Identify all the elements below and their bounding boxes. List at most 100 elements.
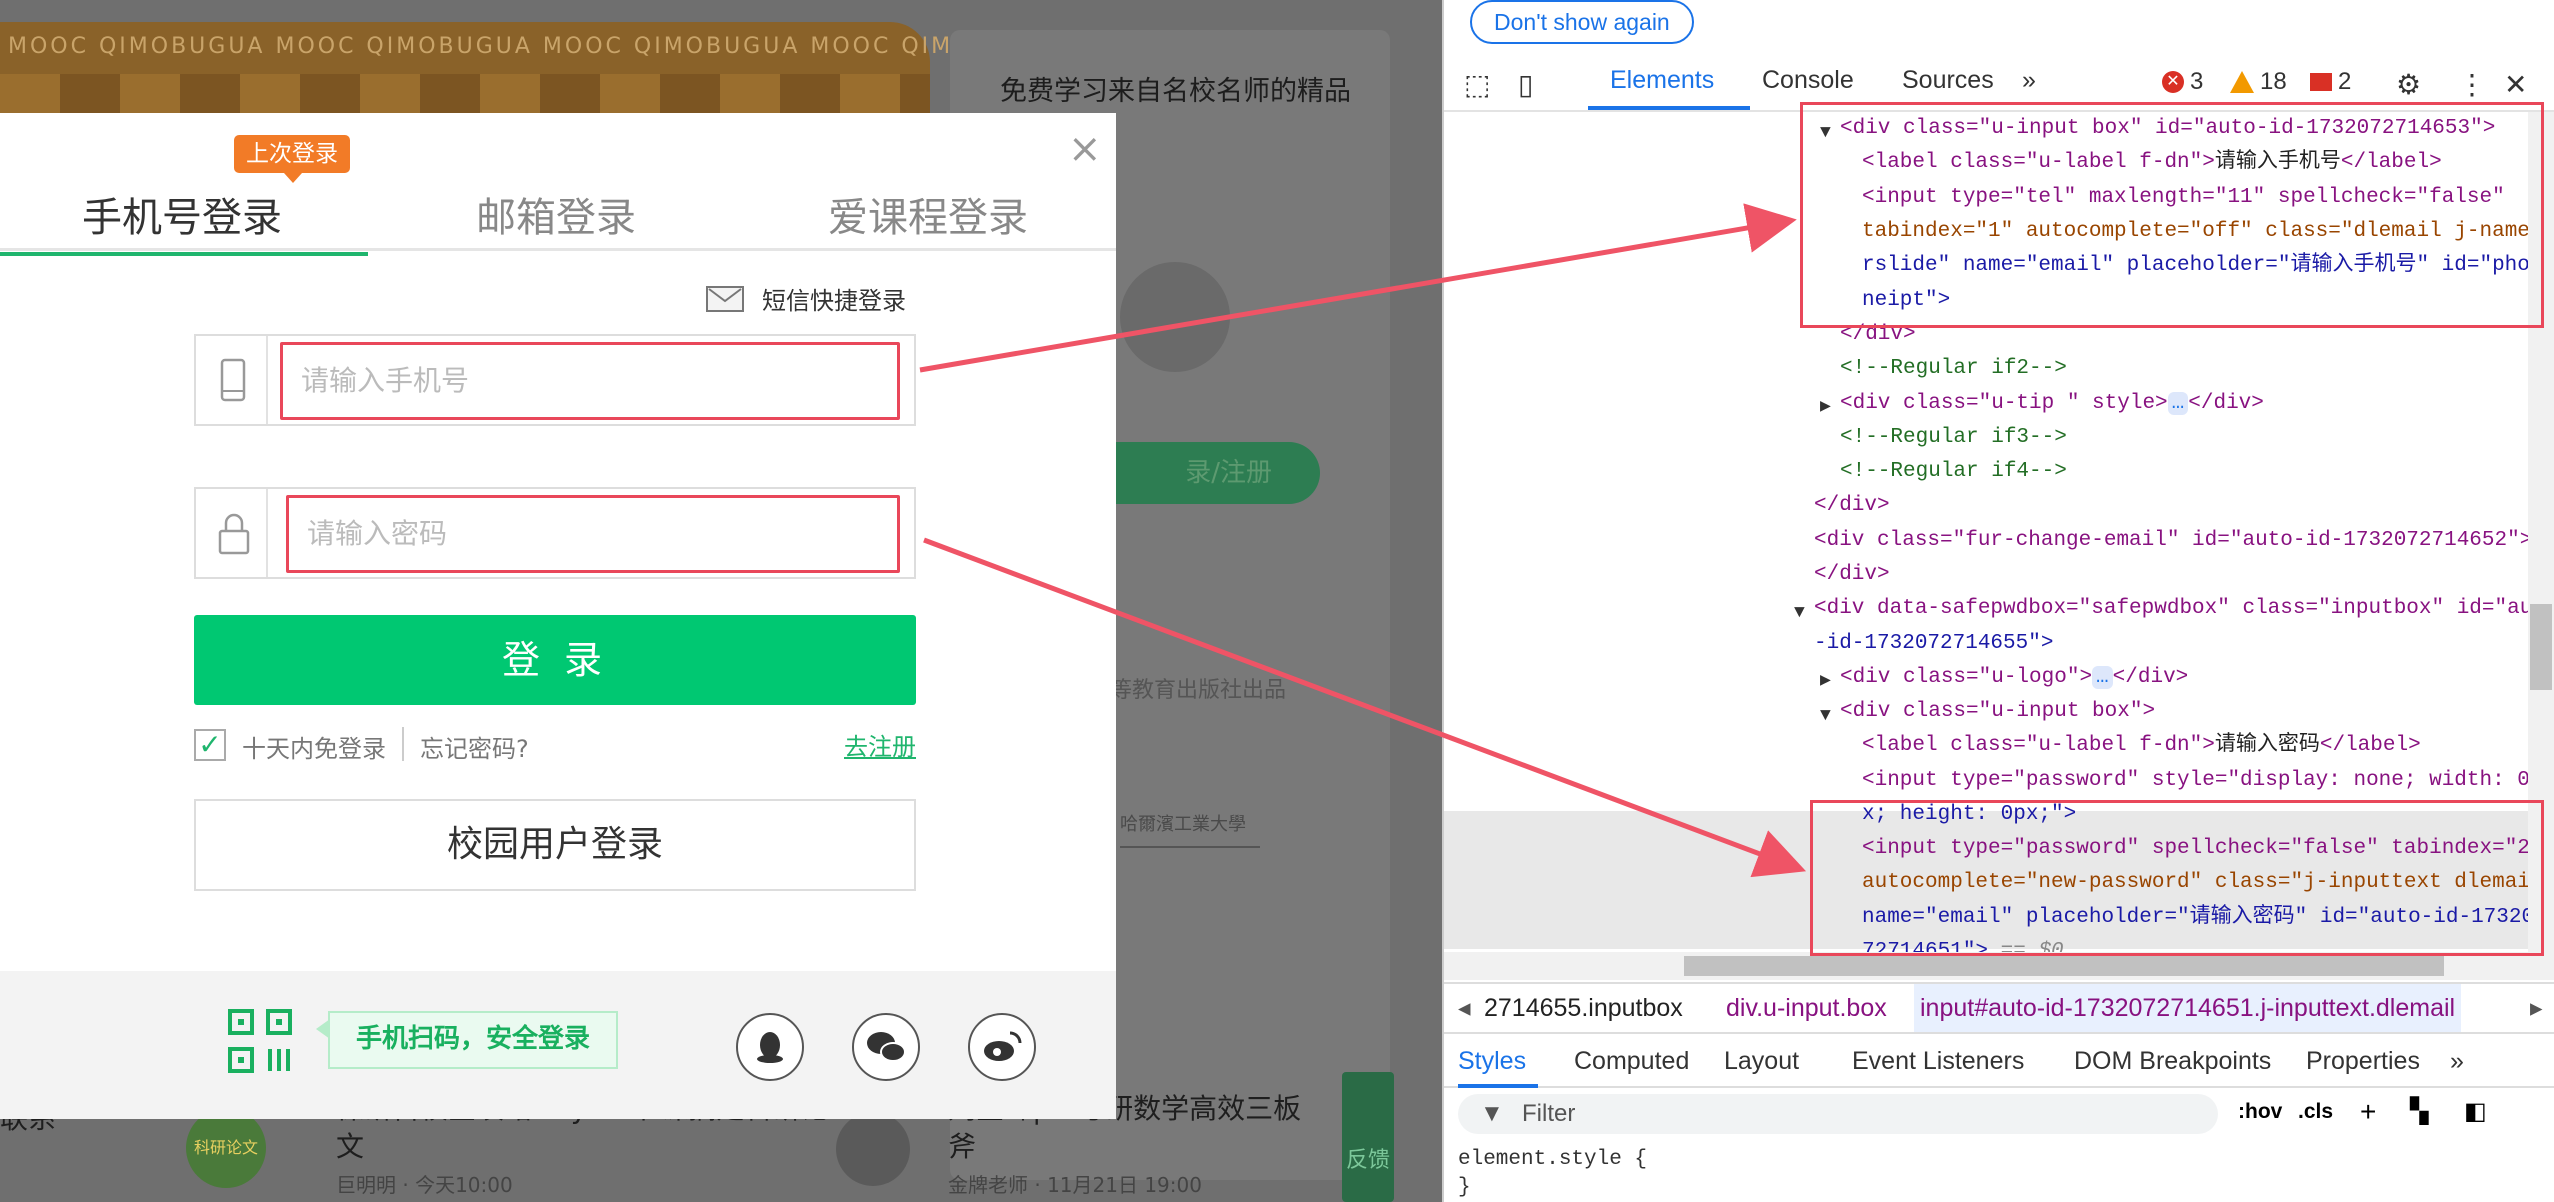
active-tab-underline bbox=[0, 252, 368, 256]
forgot-password-link[interactable]: 忘记密码? bbox=[420, 729, 529, 764]
wechat-icon[interactable] bbox=[852, 1013, 920, 1081]
dom-line[interactable]: <!--Regular if4--> bbox=[1840, 455, 2067, 489]
feedback-button[interactable]: 反馈 bbox=[1342, 1072, 1394, 1202]
breadcrumb-item[interactable]: div.u-input.box bbox=[1726, 984, 1887, 1032]
element-style-rule[interactable]: element.style { } bbox=[1458, 1146, 1647, 1202]
paint-brush-icon[interactable]: ▚ bbox=[2410, 1092, 2428, 1132]
ellipsis-icon[interactable]: … bbox=[2092, 666, 2113, 689]
more-tabs-icon[interactable]: » bbox=[2022, 66, 2036, 95]
code-text: <!--Regular if2--> bbox=[1840, 357, 2067, 380]
tab-elements[interactable]: Elements bbox=[1610, 66, 1714, 95]
dom-line[interactable]: <!--Regular if2--> bbox=[1840, 352, 2067, 386]
field-separator bbox=[266, 336, 268, 424]
phone-input[interactable]: 请输入手机号 bbox=[280, 342, 900, 420]
hov-toggle[interactable]: :hov bbox=[2238, 1092, 2282, 1132]
dom-line[interactable]: <input type="password" spellcheck="false… bbox=[1862, 832, 2528, 866]
active-styles-tab-indicator bbox=[1458, 1084, 1538, 1088]
avatar-placeholder bbox=[1120, 262, 1230, 372]
tab-sources[interactable]: Sources bbox=[1902, 66, 1994, 95]
dom-line[interactable]: <label class="u-label f-dn">请输入手机号</labe… bbox=[1862, 146, 2442, 180]
dom-line[interactable]: x; height: 0px;"> bbox=[1862, 798, 2076, 832]
dom-line[interactable]: neipt"> bbox=[1862, 284, 1950, 318]
filter-icon: ▼ bbox=[1480, 1100, 1504, 1127]
more-options-icon[interactable]: ⋮ bbox=[2458, 68, 2486, 101]
code-text: rslide" name="email" placeholder="请输入手机号… bbox=[1862, 254, 2528, 277]
warning-count[interactable]: 18 bbox=[2230, 68, 2287, 96]
dom-line[interactable]: tabindex="1" autocomplete="off" class="d… bbox=[1862, 215, 2528, 249]
dont-show-again-button[interactable]: Don't show again bbox=[1470, 0, 1694, 44]
dom-line[interactable]: <input type="tel" maxlength="11" spellch… bbox=[1862, 181, 2505, 215]
inspect-element-icon[interactable]: ⬚ bbox=[1464, 68, 1490, 101]
dom-line[interactable]: autocomplete="new-password" class="j-inp… bbox=[1862, 866, 2528, 900]
add-rule-icon[interactable]: + bbox=[2360, 1092, 2376, 1132]
password-input[interactable]: 请输入密码 bbox=[286, 495, 900, 573]
dom-line[interactable]: <input type="password" style="display: n… bbox=[1862, 764, 2528, 798]
styles-filter-input[interactable]: ▼ Filter bbox=[1458, 1094, 2218, 1134]
course-thumb-1[interactable]: 科研论文 bbox=[186, 1108, 266, 1188]
dom-line[interactable]: <label class="u-label f-dn">请输入密码</label… bbox=[1862, 729, 2421, 763]
dom-line[interactable]: </div> bbox=[1814, 558, 1890, 592]
breadcrumb-item-active[interactable]: input#auto-id-1732072714651.j-inputtext.… bbox=[1914, 984, 2462, 1032]
vertical-scrollbar-thumb[interactable] bbox=[2530, 604, 2552, 690]
breadcrumb-right-icon[interactable]: ▸ bbox=[2530, 984, 2543, 1032]
qq-icon[interactable] bbox=[736, 1013, 804, 1081]
dom-line[interactable]: <div class="u-tip " style>… </div> bbox=[1840, 387, 2264, 421]
tab-phone-login[interactable]: 手机号登录 bbox=[82, 185, 282, 245]
dom-line[interactable]: name="email" placeholder="请输入密码" id="aut… bbox=[1862, 901, 2528, 935]
collapse-arrow-icon[interactable]: ▶ bbox=[1820, 390, 1831, 424]
issues-count[interactable]: 2 bbox=[2310, 68, 2351, 96]
tab-properties[interactable]: Properties bbox=[2306, 1036, 2420, 1086]
code-text: tabindex="1" autocomplete="off" class="d… bbox=[1862, 220, 2528, 243]
dom-line[interactable]: </div> bbox=[1840, 318, 1916, 352]
breadcrumb-item[interactable]: 2714655.inputbox bbox=[1484, 984, 1683, 1032]
code-text: </div> bbox=[1814, 494, 1890, 517]
dom-line[interactable]: <div class="u-logo">… </div> bbox=[1840, 661, 2188, 695]
weibo-icon[interactable] bbox=[968, 1013, 1036, 1081]
collapse-arrow-icon[interactable]: ▶ bbox=[1820, 664, 1831, 698]
tab-event-listeners[interactable]: Event Listeners bbox=[1852, 1036, 2024, 1086]
dom-line[interactable]: <div class="fur-change-email" id="auto-i… bbox=[1814, 524, 2528, 558]
register-link[interactable]: 去注册 bbox=[844, 727, 916, 762]
dom-line[interactable]: <div data-safepwdbox="safepwdbox" class=… bbox=[1814, 592, 2528, 626]
tab-dom-breakpoints[interactable]: DOM Breakpoints bbox=[2074, 1036, 2271, 1086]
modal-footer: 手机扫码，安全登录 bbox=[0, 971, 1116, 1119]
code-text: <input type="password" style="display: n… bbox=[1862, 769, 2528, 792]
element-style-close: } bbox=[1458, 1176, 1471, 1199]
code-text: 72714651"> bbox=[1862, 940, 1989, 952]
remember-label[interactable]: 十天内免登录 bbox=[242, 729, 386, 764]
horizontal-scrollbar-thumb[interactable] bbox=[1684, 956, 2444, 976]
sidebar-toggle-icon[interactable]: ◧ bbox=[2464, 1092, 2487, 1132]
campus-login-button[interactable]: 校园用户登录 bbox=[194, 799, 916, 891]
dom-line[interactable]: <div class="u-input box" id="auto-id-173… bbox=[1840, 112, 2495, 146]
qr-code-icon[interactable] bbox=[228, 1009, 292, 1073]
remember-checkbox[interactable]: ✓ bbox=[194, 729, 226, 761]
tab-email-login[interactable]: 邮箱登录 bbox=[476, 185, 636, 245]
dom-line[interactable]: -id-1732072714655"> bbox=[1814, 627, 2053, 661]
tab-console[interactable]: Console bbox=[1762, 66, 1854, 95]
dom-line[interactable]: <!--Regular if3--> bbox=[1840, 421, 2067, 455]
ellipsis-icon[interactable]: … bbox=[2167, 392, 2189, 415]
tab-computed[interactable]: Computed bbox=[1574, 1036, 1689, 1086]
tab-icourse-login[interactable]: 爱课程登录 bbox=[828, 185, 1028, 245]
vertical-scrollbar[interactable] bbox=[2528, 112, 2554, 952]
styles-tabs: Styles Computed Layout Event Listeners D… bbox=[1444, 1036, 2554, 1088]
dom-line[interactable]: </div> bbox=[1814, 489, 1890, 523]
device-toolbar-icon[interactable]: ▯ bbox=[1518, 68, 1533, 101]
tab-layout[interactable]: Layout bbox=[1724, 1036, 1799, 1086]
dom-line[interactable]: rslide" name="email" placeholder="请输入手机号… bbox=[1862, 249, 2528, 283]
more-tabs-icon[interactable]: » bbox=[2450, 1036, 2464, 1086]
expand-arrow-icon[interactable]: ▼ bbox=[1820, 699, 1831, 733]
expand-arrow-icon[interactable]: ▼ bbox=[1820, 116, 1831, 150]
sms-login-link[interactable]: 短信快捷登录 bbox=[706, 281, 906, 316]
error-count[interactable]: ✕ 3 bbox=[2162, 68, 2203, 96]
expand-arrow-icon[interactable]: ▼ bbox=[1794, 596, 1805, 630]
cls-toggle[interactable]: .cls bbox=[2298, 1092, 2333, 1132]
course-thumb-2[interactable] bbox=[836, 1112, 910, 1186]
dom-line[interactable]: 72714651"> == $0 bbox=[1862, 935, 2064, 952]
close-devtools-icon[interactable]: ✕ bbox=[2504, 68, 2527, 101]
login-button[interactable]: 登 录 bbox=[194, 615, 916, 705]
dom-line[interactable]: <div class="u-input box"> bbox=[1840, 695, 2155, 729]
tab-styles[interactable]: Styles bbox=[1458, 1036, 1526, 1086]
gear-icon[interactable]: ⚙ bbox=[2396, 68, 2421, 101]
breadcrumb-left-icon[interactable]: ◂ bbox=[1458, 984, 1471, 1032]
